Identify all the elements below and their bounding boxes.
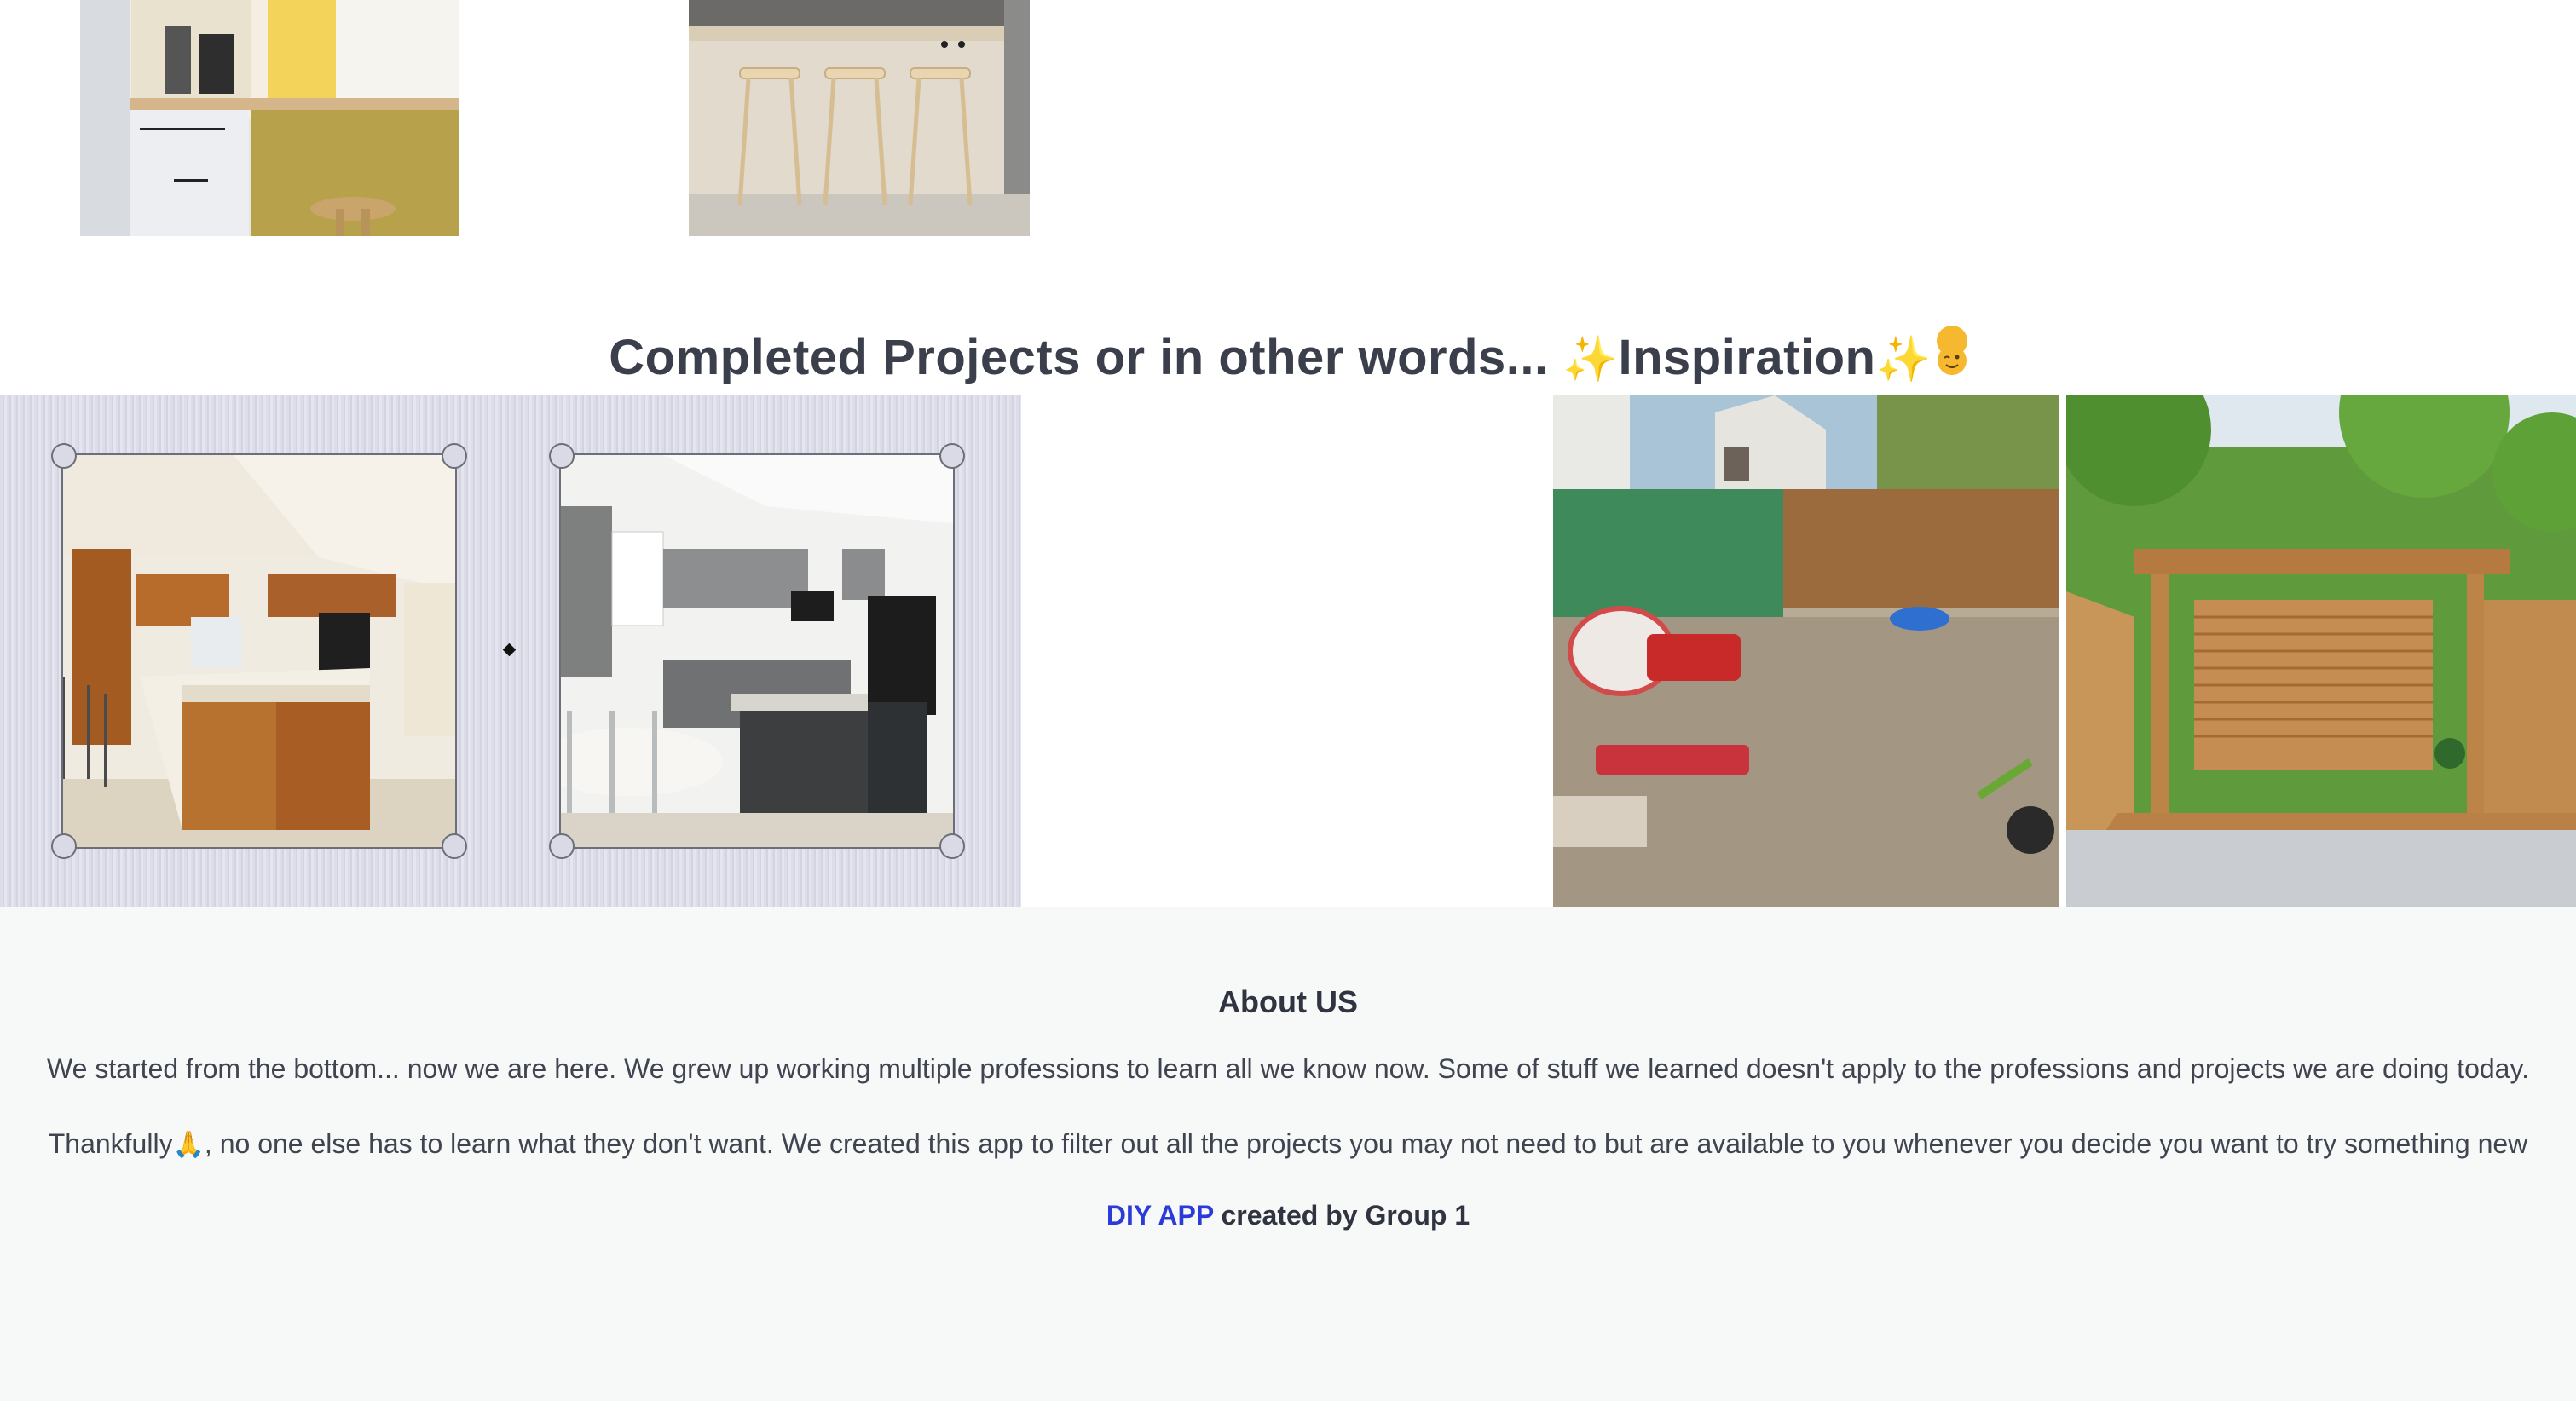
diy-app-link[interactable]: DIY APP xyxy=(1106,1200,1214,1231)
kitchen-before-image xyxy=(51,443,467,859)
about-title: About US xyxy=(1218,984,1358,1019)
footer-credit: DIY APP created by Group 1 xyxy=(0,1200,2576,1231)
about-paragraph-2-end: , no one else has to learn what they don… xyxy=(204,1128,2528,1159)
folded-hands-icon: 🙏 xyxy=(172,1131,205,1159)
about-paragraph-2-start: Thankfully xyxy=(48,1128,173,1159)
section-heading: Completed Projects or in other words... … xyxy=(0,324,2576,392)
kitchen-island-stools-image xyxy=(689,0,1030,236)
about-paragraph-1: We started from the bottom... now we are… xyxy=(47,1053,2529,1084)
heading-text: Completed Projects or in other words... xyxy=(609,330,1549,385)
credit-text: created by Group 1 xyxy=(1213,1200,1470,1231)
backyard-before-image xyxy=(1553,395,2059,907)
about-paragraph-2: Thankfully🙏, no one else has to learn wh… xyxy=(0,1128,2576,1160)
heading-highlight: Inspiration xyxy=(1618,330,1876,385)
kitchen-coffee-nook-image xyxy=(80,0,459,236)
sparkles-icon: ✨ xyxy=(1562,335,1619,384)
sparkles-icon: ✨ xyxy=(1875,335,1932,384)
winking-face-icon xyxy=(1936,326,1967,375)
backyard-after-image xyxy=(2066,395,2576,907)
kitchen-after-image xyxy=(535,443,965,859)
